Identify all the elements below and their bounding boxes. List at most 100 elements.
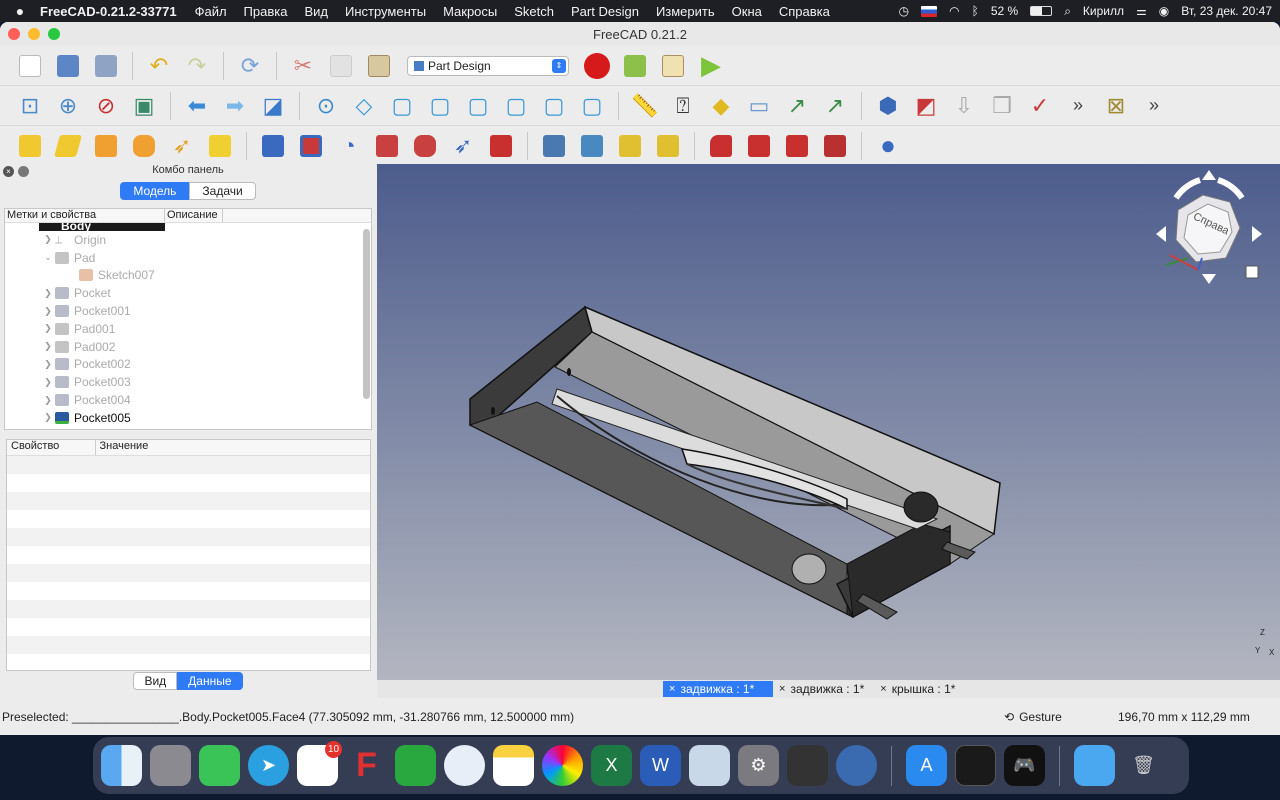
fit-selection-button[interactable]: ⊕ — [52, 91, 84, 121]
view-cube[interactable]: Справа — [1148, 170, 1268, 293]
spotlight-icon[interactable]: ⌕ — [1064, 4, 1071, 19]
overflow-chevron-icon[interactable]: » — [1062, 91, 1094, 121]
additive-helix-button[interactable]: ➶ — [166, 131, 198, 161]
safari-icon[interactable] — [444, 745, 485, 786]
macro-run-button[interactable]: ▶ — [695, 50, 727, 81]
menu-edit[interactable]: Правка — [244, 4, 288, 19]
numbers-icon[interactable] — [395, 745, 436, 786]
excel-icon[interactable]: X — [591, 745, 632, 786]
refresh-button[interactable]: ⟳ — [234, 51, 266, 81]
menu-view[interactable]: Вид — [304, 4, 328, 19]
close-window-button[interactable] — [8, 28, 20, 40]
tree-item-origin[interactable]: ❯ ⟂ Origin — [5, 231, 371, 249]
macro-edit-button[interactable] — [657, 51, 689, 81]
whats-this-button[interactable]: ⍰ — [667, 91, 699, 121]
chevron-right-icon[interactable]: ❯ — [41, 323, 55, 334]
word-icon[interactable]: W — [640, 745, 681, 786]
folder-icon[interactable] — [1074, 745, 1115, 786]
paste-button[interactable] — [363, 51, 395, 81]
measurement-button[interactable]: ⊠ — [1100, 91, 1132, 121]
property-header-value[interactable]: Значение — [96, 440, 370, 455]
draft-button[interactable] — [781, 131, 813, 161]
tree-item-pocket004[interactable]: ❯ Pocket004 — [5, 391, 371, 409]
workbench-selector[interactable]: Part Design ⇕ — [407, 55, 569, 76]
additive-primitive-button[interactable] — [204, 131, 236, 161]
undo-button[interactable]: ↶ — [143, 51, 175, 81]
launchpad-icon[interactable] — [150, 745, 191, 786]
menu-file[interactable]: Файл — [195, 4, 227, 19]
tree-header-labels[interactable]: Метки и свойства — [5, 209, 165, 222]
tab-view[interactable]: Вид — [133, 672, 178, 690]
tree-item-pad001[interactable]: ❯ Pad001 — [5, 320, 371, 338]
tree-item-pocket[interactable]: ❯ Pocket — [5, 284, 371, 302]
tree-item-pocket001[interactable]: ❯ Pocket001 — [5, 302, 371, 320]
clock-icon[interactable]: ◷ — [899, 4, 909, 18]
fit-all-button[interactable]: ⊡ — [14, 91, 46, 121]
tab-model[interactable]: Модель — [120, 182, 190, 200]
close-tab-icon[interactable]: × — [669, 683, 675, 695]
measure-distance-button[interactable]: 📏 — [629, 91, 661, 121]
chevron-right-icon[interactable]: ❯ — [41, 288, 55, 299]
trash-icon[interactable]: 🗑 — [1123, 745, 1164, 786]
macro-stop-button[interactable] — [619, 51, 651, 81]
system-settings-icon[interactable]: ⚙ — [738, 745, 779, 786]
game-controller-icon[interactable]: 🎮 — [1004, 745, 1045, 786]
minimize-window-button[interactable] — [28, 28, 40, 40]
chevron-right-icon[interactable]: ❯ — [41, 377, 55, 388]
subtractive-primitive-button[interactable] — [485, 131, 517, 161]
telegram-icon[interactable]: ➤ — [248, 745, 289, 786]
front-view-button[interactable]: ▢ — [386, 91, 418, 121]
chevron-right-icon[interactable]: ❯ — [41, 395, 55, 406]
revolution-button[interactable] — [52, 131, 84, 161]
fillet-button[interactable] — [705, 131, 737, 161]
tree-item-pad002[interactable]: ❯ Pad002 — [5, 338, 371, 356]
chevron-right-icon[interactable]: ❯ — [41, 359, 55, 370]
doc-tab[interactable]: × задвижка : 1* — [773, 681, 874, 697]
linear-pattern-button[interactable] — [576, 131, 608, 161]
menu-sketch[interactable]: Sketch — [514, 4, 554, 19]
navigation-style-selector[interactable]: ⟲ Gesture — [1004, 710, 1062, 724]
multi-transform-button[interactable] — [652, 131, 684, 161]
create-group-button[interactable]: ▭ — [743, 91, 775, 121]
new-document-button[interactable] — [14, 51, 46, 81]
rear-view-button[interactable]: ▢ — [500, 91, 532, 121]
preview-icon[interactable] — [689, 745, 730, 786]
groove-button[interactable]: ◔ — [333, 131, 365, 161]
control-center-icon[interactable]: ⚌ — [1136, 4, 1147, 18]
disk-utility-icon[interactable] — [836, 745, 877, 786]
clone-button[interactable]: ❒ — [986, 91, 1018, 121]
sync-view-button[interactable]: ◪ — [257, 91, 289, 121]
zoom-views-button[interactable]: ⊙ — [310, 91, 342, 121]
float-panel-icon[interactable] — [18, 166, 29, 177]
redo-button[interactable]: ↷ — [181, 51, 213, 81]
left-view-button[interactable]: ▢ — [576, 91, 608, 121]
datetime[interactable]: Вт, 23 дек. 20:47 — [1181, 4, 1272, 18]
open-document-button[interactable] — [52, 51, 84, 81]
bounding-box-button[interactable]: ▣ — [128, 91, 160, 121]
right-view-button[interactable]: ▢ — [462, 91, 494, 121]
finder-icon[interactable] — [101, 745, 142, 786]
menu-windows[interactable]: Окна — [732, 4, 762, 19]
zoom-window-button[interactable] — [48, 28, 60, 40]
close-tab-icon[interactable]: × — [779, 683, 785, 695]
notes-icon[interactable] — [493, 745, 534, 786]
top-view-button[interactable]: ▢ — [424, 91, 456, 121]
menu-measure[interactable]: Измерить — [656, 4, 715, 19]
apple-icon[interactable]: ● — [0, 3, 40, 19]
create-part-button[interactable]: ◆ — [705, 91, 737, 121]
battery-icon[interactable] — [1030, 6, 1053, 16]
import-button[interactable]: ⇩ — [948, 91, 980, 121]
menu-tools[interactable]: Инструменты — [345, 4, 426, 19]
tab-tasks[interactable]: Задачи — [189, 182, 256, 200]
boolean-button[interactable]: ● — [872, 130, 904, 161]
copy-button[interactable] — [325, 51, 357, 81]
bottom-view-button[interactable]: ▢ — [538, 91, 570, 121]
nav-forward-icon[interactable]: ➡ — [219, 91, 251, 121]
tree-item-pad[interactable]: ⌄ Pad — [5, 249, 371, 267]
input-source-flag-icon[interactable] — [921, 5, 938, 17]
chevron-right-icon[interactable]: ❯ — [41, 412, 55, 423]
facetime-icon[interactable] — [199, 745, 240, 786]
tree-header-description[interactable]: Описание — [165, 209, 223, 222]
menu-part-design[interactable]: Part Design — [571, 4, 639, 19]
additive-pipe-button[interactable] — [128, 131, 160, 161]
